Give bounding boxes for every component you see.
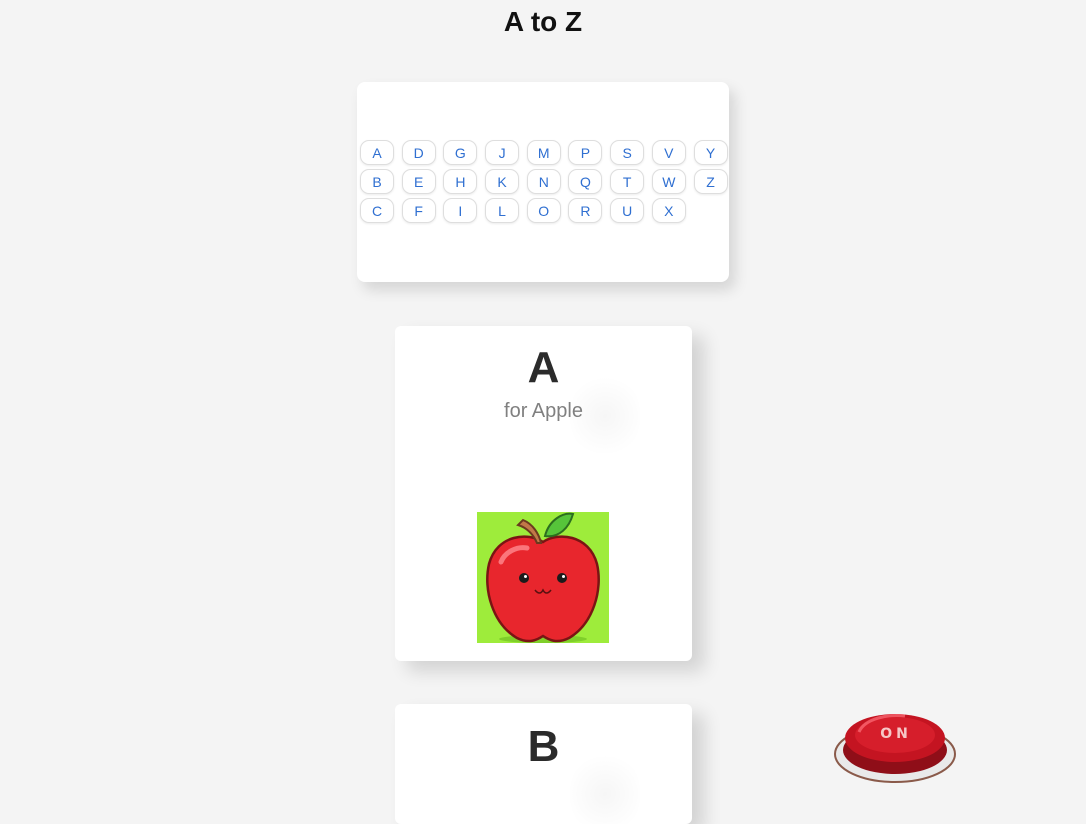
letter-button-u[interactable]: U <box>610 198 645 223</box>
letter-button-r[interactable]: R <box>568 198 603 223</box>
letter-button-x[interactable]: X <box>651 198 686 223</box>
letter-button-w[interactable]: W <box>651 169 686 194</box>
letter-button-a[interactable]: A <box>360 140 394 165</box>
letter-button-s[interactable]: S <box>610 140 645 165</box>
letter-button-v[interactable]: V <box>651 140 686 165</box>
letter-button-p[interactable]: P <box>568 140 603 165</box>
letter-button-k[interactable]: K <box>485 169 520 194</box>
alphabet-panel: ABC DEF GHI JKL MNO PQR STU VWX YZ <box>357 82 729 282</box>
letter-button-e[interactable]: E <box>401 169 436 194</box>
letter-button-l[interactable]: L <box>485 198 520 223</box>
letter-button-q[interactable]: Q <box>568 169 603 194</box>
letter-button-i[interactable]: I <box>443 198 478 223</box>
letter-button-h[interactable]: H <box>443 169 478 194</box>
apple-icon <box>477 512 609 643</box>
letter-button-j[interactable]: J <box>485 140 520 165</box>
power-button[interactable]: ON <box>833 706 959 786</box>
card-letter: B <box>527 722 560 771</box>
alphabet-grid: ABC DEF GHI JKL MNO PQR STU VWX YZ <box>360 140 728 223</box>
letter-button-z[interactable]: Z <box>693 169 728 194</box>
apple-image <box>477 512 609 643</box>
letter-button-n[interactable]: N <box>526 169 561 194</box>
card-word: for Apple <box>504 400 583 422</box>
letter-button-c[interactable]: C <box>360 198 394 223</box>
letter-card-a: A for Apple <box>395 326 692 661</box>
letter-button-g[interactable]: G <box>443 140 478 165</box>
letter-button-y[interactable]: Y <box>693 140 728 165</box>
power-button-label: ON <box>880 726 912 742</box>
letter-button-t[interactable]: T <box>610 169 645 194</box>
letter-button-o[interactable]: O <box>526 198 561 223</box>
power-button-icon <box>834 714 956 783</box>
page-title: A to Z <box>503 6 583 37</box>
letter-card-b: B <box>395 704 692 824</box>
letter-button-b[interactable]: B <box>360 169 394 194</box>
letter-button-f[interactable]: F <box>401 198 436 223</box>
card-letter: A <box>527 343 560 392</box>
letter-button-d[interactable]: D <box>401 140 436 165</box>
letter-button-m[interactable]: M <box>526 140 561 165</box>
